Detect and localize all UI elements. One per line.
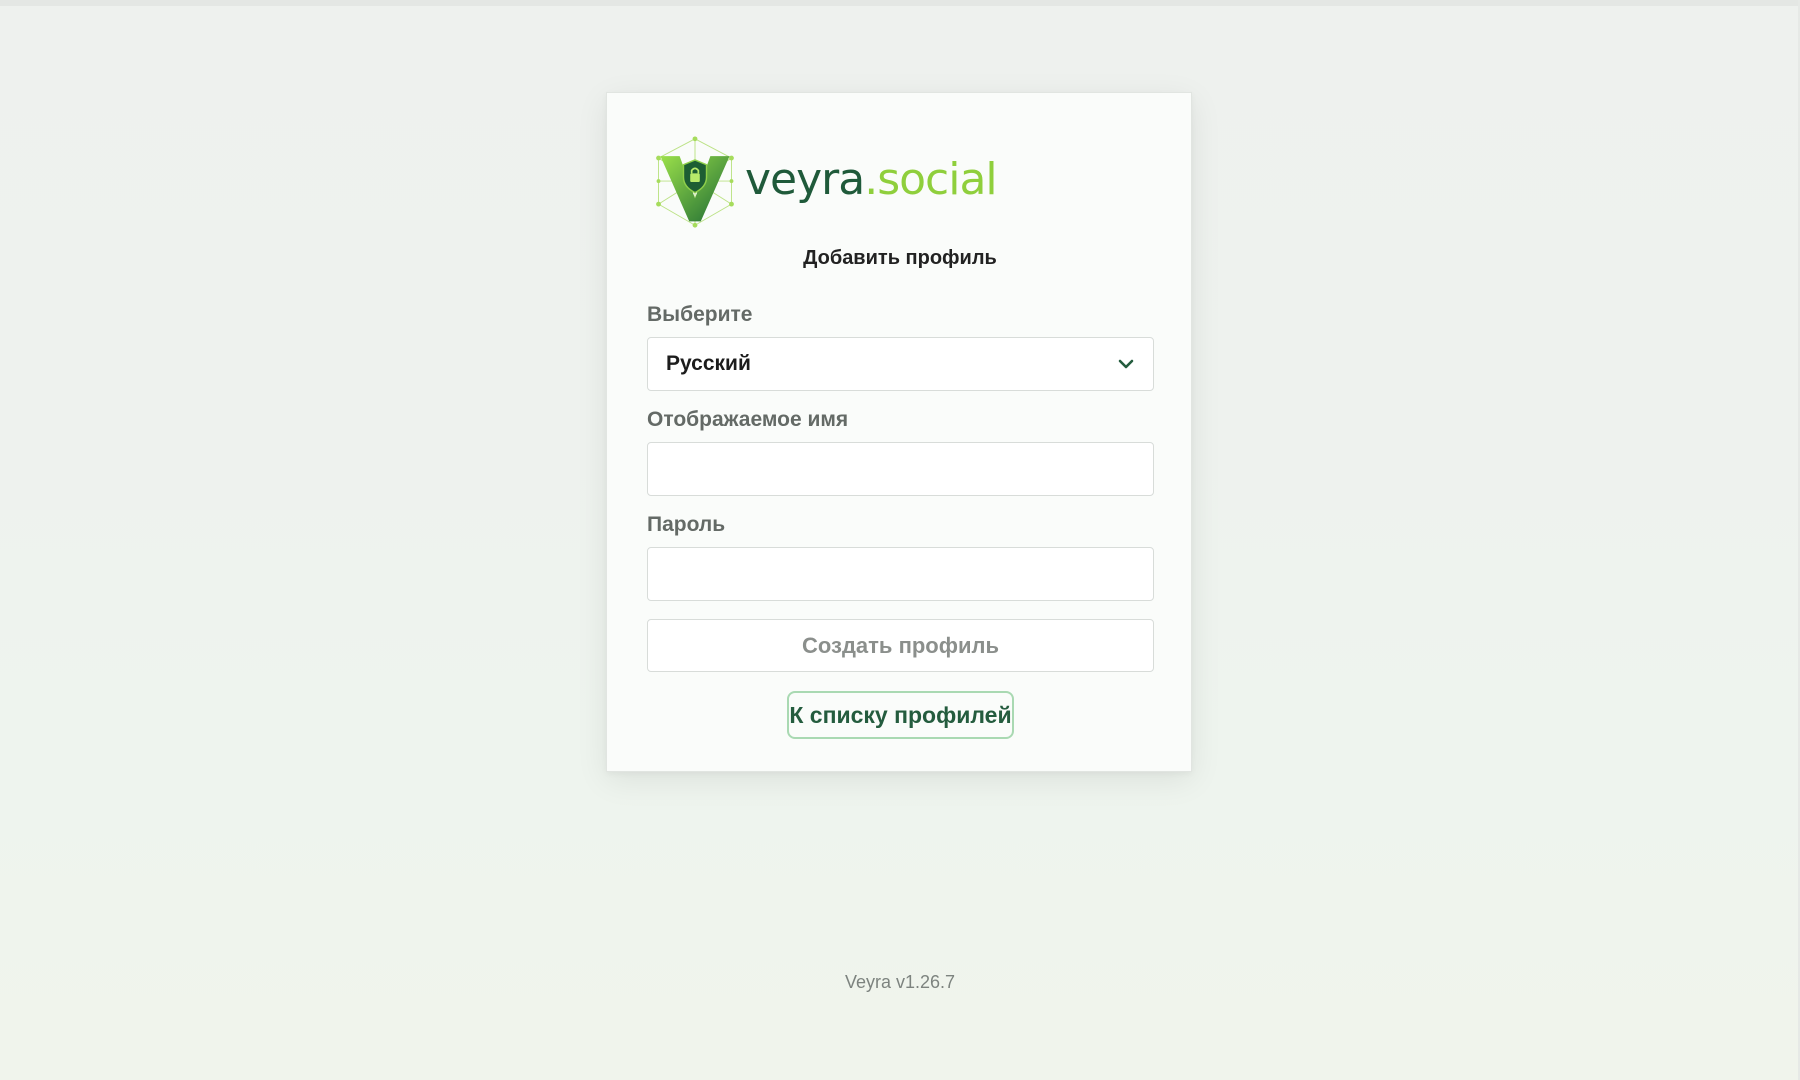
language-selected-value: Русский <box>666 352 751 375</box>
chevron-down-icon <box>1118 359 1134 369</box>
wordmark-veyra: veyra <box>745 154 865 205</box>
display-name-input[interactable] <box>647 442 1154 496</box>
display-name-label: Отображаемое имя <box>647 408 849 431</box>
language-label: Выберите <box>647 303 753 326</box>
veyra-logo: veyra.social <box>647 135 1027 231</box>
veyra-shield-logo-icon <box>656 136 734 228</box>
page-title: Добавить профиль <box>803 247 997 269</box>
create-profile-button[interactable]: Создать профиль <box>647 619 1154 672</box>
wordmark-social: .social <box>864 154 997 205</box>
window-top-bar <box>0 0 1800 6</box>
add-profile-card: veyra.social Добавить профиль Выберите Р… <box>606 92 1192 772</box>
veyra-wordmark: veyra.social <box>745 158 998 202</box>
language-select[interactable]: Русский <box>647 337 1154 391</box>
app-version: Veyra v1.26.7 <box>844 972 956 992</box>
password-input[interactable] <box>647 547 1154 601</box>
password-label: Пароль <box>647 513 726 536</box>
back-to-profiles-button[interactable]: К списку профилей <box>787 691 1014 739</box>
